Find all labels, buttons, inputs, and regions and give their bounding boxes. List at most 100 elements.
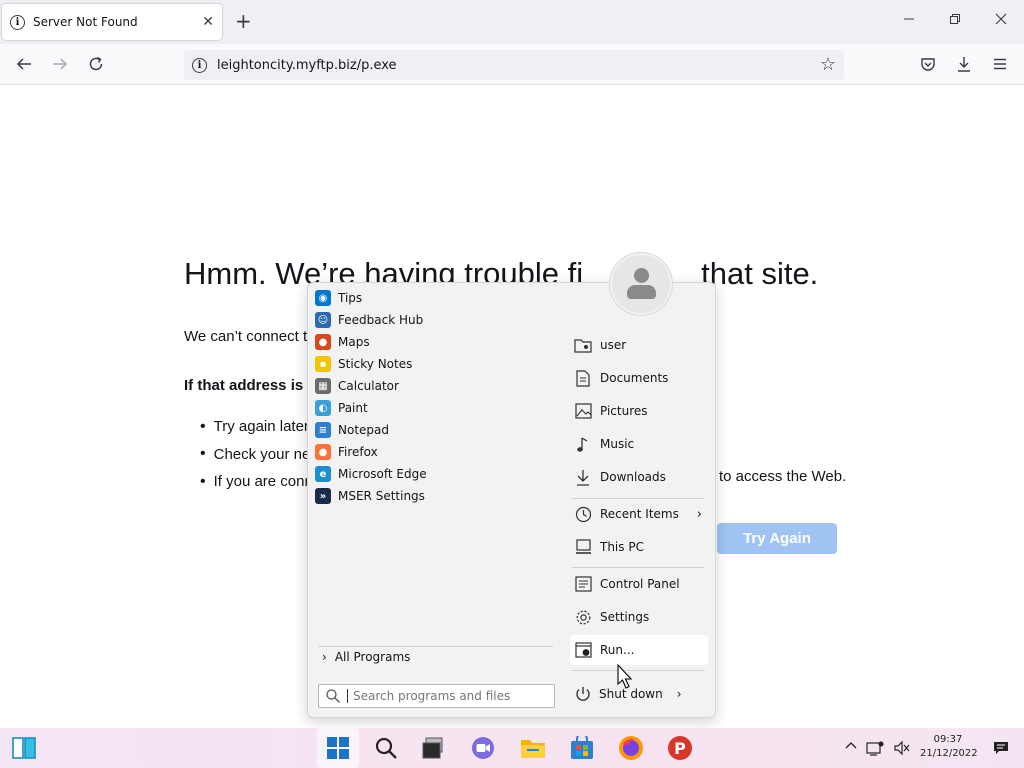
place-item-recent-items[interactable]: Recent Items › [570, 499, 708, 529]
list-item: Check your ne [200, 441, 313, 469]
tab-close-button[interactable]: ✕ [202, 14, 214, 30]
notepad-icon: ≡ [315, 422, 331, 438]
program-item-maps[interactable]: ● Maps [315, 331, 545, 353]
volume-muted-icon[interactable] [893, 740, 911, 760]
program-item-firefox[interactable]: ● Firefox [315, 441, 545, 463]
widgets-button[interactable] [8, 732, 40, 764]
error-bullet-tail: to access the Web. [719, 468, 847, 485]
place-item-settings[interactable]: Settings [570, 602, 708, 632]
place-item-run[interactable]: Run... [570, 635, 708, 665]
back-arrow-icon [16, 58, 31, 70]
error-suggestion-list: Try again later Check your ne If you are… [200, 413, 313, 496]
error-suggestion-heading: If that address is [184, 377, 304, 394]
place-item-documents[interactable]: Documents [570, 363, 708, 393]
try-again-button[interactable]: Try Again [717, 523, 837, 554]
minimize-button[interactable] [903, 10, 915, 29]
back-button[interactable] [12, 52, 36, 76]
clock-date: 21/12/2022 [920, 748, 978, 759]
error-description: We can’t connect to [184, 328, 316, 345]
system-clock[interactable]: 09:37 21/12/2022 [920, 733, 978, 761]
place-item-music[interactable]: Music [570, 429, 708, 459]
info-icon: i [10, 14, 25, 30]
store-button[interactable] [566, 732, 598, 764]
program-item-microsoft-edge[interactable]: e Microsoft Edge [315, 463, 545, 485]
tab-strip: i Server Not Found ✕ + [0, 0, 1024, 44]
tips-icon: ◉ [315, 290, 331, 306]
site-info-icon[interactable]: i [192, 57, 207, 73]
place-label: Pictures [600, 404, 648, 418]
pocket-button[interactable] [916, 52, 940, 76]
place-label: Recent Items [600, 507, 679, 521]
start-button[interactable] [317, 728, 359, 768]
browser-tab[interactable]: i Server Not Found ✕ [2, 4, 222, 40]
program-item-feedback-hub[interactable]: ☺ Feedback Hub [315, 309, 545, 331]
network-icon[interactable] [866, 740, 884, 760]
user-folder-icon [574, 336, 592, 354]
program-item-paint[interactable]: ◐ Paint [315, 397, 545, 419]
chat-icon [472, 737, 494, 759]
menu-button[interactable] [988, 52, 1012, 76]
search-taskbar-button[interactable] [370, 732, 402, 764]
place-label: Music [600, 437, 635, 451]
place-item-user[interactable]: user [570, 330, 708, 360]
close-icon [995, 13, 1007, 25]
place-label: user [600, 338, 627, 352]
place-item-this-pc[interactable]: This PC [570, 532, 708, 562]
divider [572, 567, 704, 568]
chevron-right-icon[interactable]: › [677, 687, 682, 701]
downloads-button[interactable] [952, 52, 976, 76]
file-explorer-button[interactable] [517, 732, 549, 764]
this-pc-icon [574, 538, 592, 556]
run-icon [574, 641, 592, 659]
forward-button[interactable] [48, 52, 72, 76]
windows-logo-icon [327, 737, 349, 759]
widgets-icon [12, 737, 36, 759]
firefox-taskbar-button[interactable] [615, 732, 647, 764]
search-programs-input[interactable]: Search programs and files [318, 684, 555, 708]
notification-icon[interactable] [993, 740, 1009, 760]
program-item-sticky-notes[interactable]: ▪ Sticky Notes [315, 353, 545, 375]
clock-time: 09:37 [933, 734, 963, 745]
hamburger-menu-icon [994, 58, 1006, 70]
new-tab-button[interactable]: + [235, 10, 252, 32]
divider [318, 646, 553, 647]
psiphon-icon: P [668, 736, 692, 760]
chevron-right-icon: › [322, 650, 327, 664]
downloads-icon [574, 468, 592, 486]
edge-icon: e [315, 466, 331, 482]
restore-button[interactable] [949, 10, 961, 29]
reload-icon [89, 56, 103, 71]
all-programs-button[interactable]: › All Programs [322, 650, 410, 664]
chevron-up-icon[interactable] [845, 740, 857, 756]
place-item-pictures[interactable]: Pictures [570, 396, 708, 426]
pinned-programs-list: ◉ Tips ☺ Feedback Hub ● Maps ▪ Sticky Notes ▦ Cal… [315, 287, 545, 507]
bookmark-star-icon[interactable]: ☆ [820, 54, 836, 75]
svg-text:P: P [674, 739, 686, 758]
place-label: Control Panel [600, 577, 680, 591]
task-view-button[interactable] [418, 732, 450, 764]
program-label: Notepad [338, 423, 389, 437]
program-item-mser-settings[interactable]: » MSER Settings [315, 485, 545, 507]
program-label: MSER Settings [338, 489, 425, 503]
list-item: If you are conn [200, 468, 313, 496]
program-item-notepad[interactable]: ≡ Notepad [315, 419, 545, 441]
program-item-calculator[interactable]: ▦ Calculator [315, 375, 545, 397]
place-item-downloads[interactable]: Downloads [570, 462, 708, 492]
reload-button[interactable] [84, 52, 108, 76]
address-bar[interactable]: i leightoncity.myftp.biz/p.exe ☆ [184, 50, 844, 80]
chat-button[interactable] [467, 732, 499, 764]
paint-icon: ◐ [315, 400, 331, 416]
store-icon [571, 736, 593, 759]
tab-title: Server Not Found [33, 15, 138, 29]
place-label: Downloads [600, 470, 666, 484]
chevron-right-icon[interactable]: › [697, 507, 702, 522]
pocket-icon [921, 58, 935, 71]
place-item-control-panel[interactable]: Control Panel [570, 569, 708, 599]
divider [572, 498, 704, 499]
user-avatar[interactable] [609, 252, 673, 316]
program-label: Firefox [338, 445, 378, 459]
close-window-button[interactable] [995, 10, 1007, 29]
psiphon-taskbar-button[interactable]: P [664, 732, 696, 764]
program-item-tips[interactable]: ◉ Tips [315, 287, 545, 309]
forward-arrow-icon [53, 58, 68, 70]
